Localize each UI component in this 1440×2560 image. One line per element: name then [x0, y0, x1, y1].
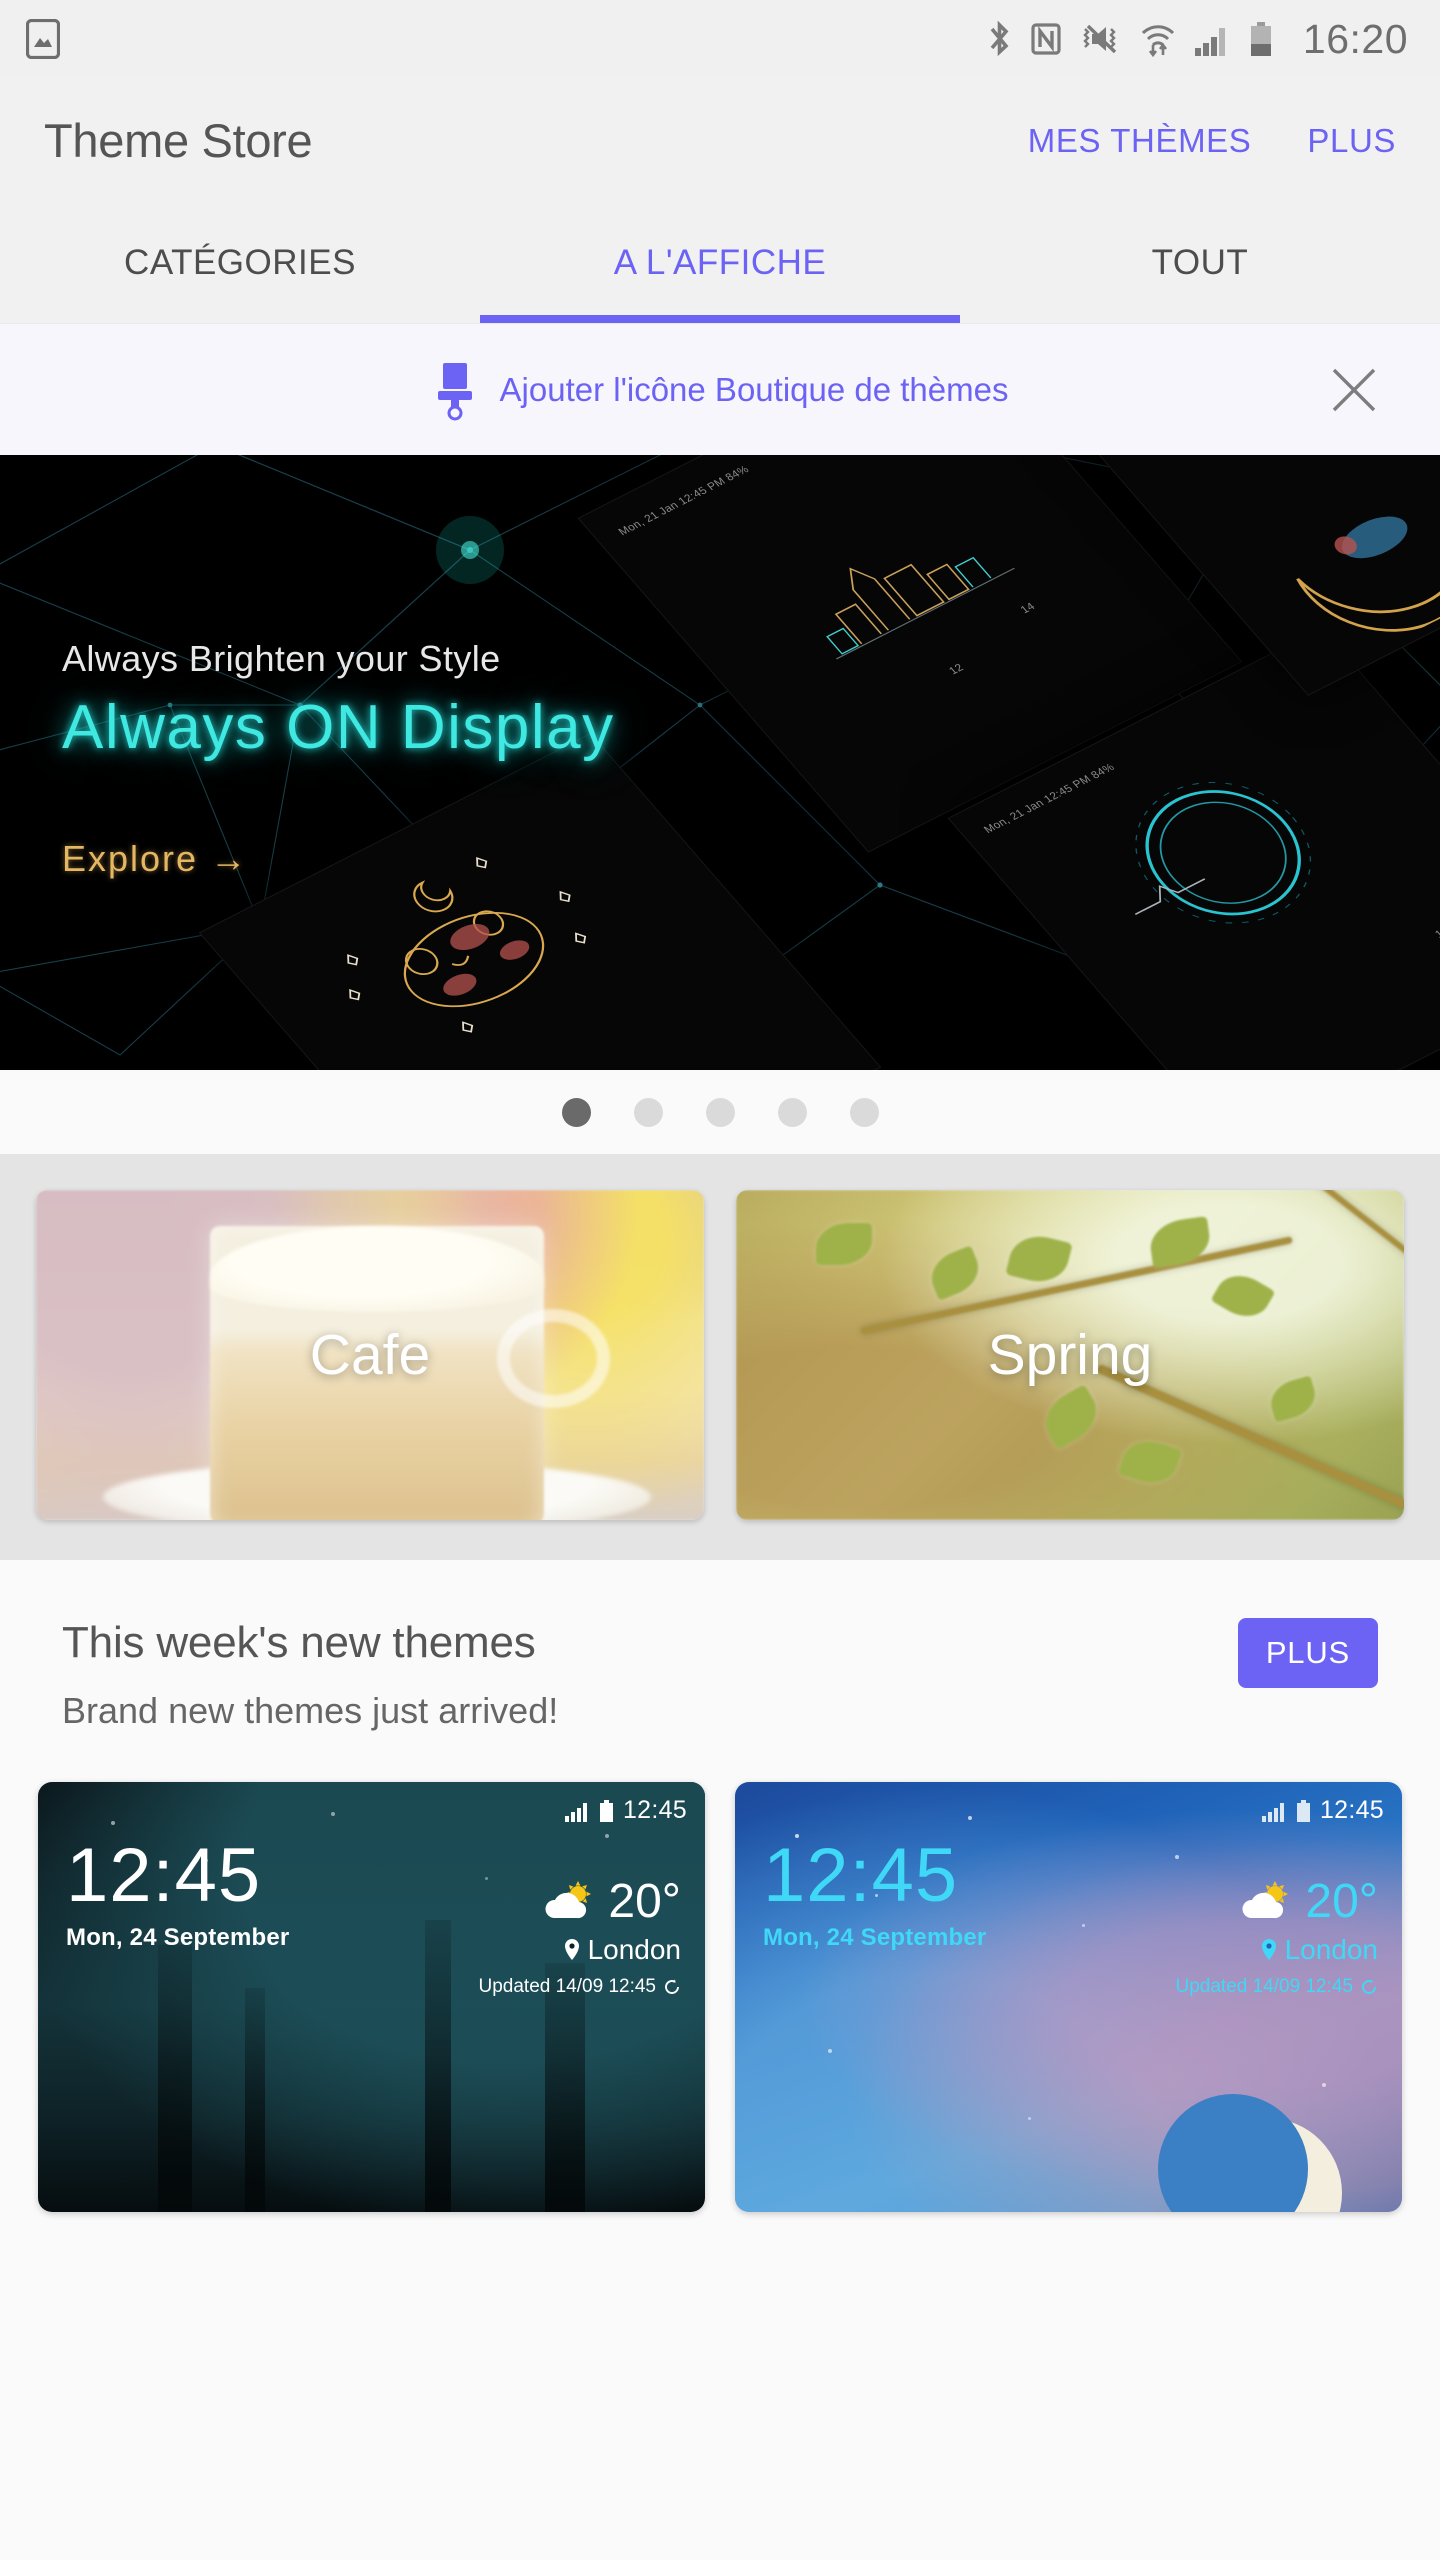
hero-subtitle: Always Brighten your Style: [62, 638, 501, 679]
my-themes-button[interactable]: MES THÈMES: [1028, 122, 1252, 160]
carousel-dot[interactable]: [849, 1097, 879, 1127]
hero-text-block: Always Brighten your Style Always ON Dis…: [62, 638, 615, 880]
theme-clock-time: 12:45: [66, 1833, 262, 1918]
category-card-spring[interactable]: Spring: [736, 1190, 1404, 1520]
theme-thumbnail-list: 12:45 12:45 Mon, 24 September 20° London…: [0, 1732, 1440, 2212]
theme-status-time: 12:45: [1319, 1796, 1384, 1824]
hero-title: Always ON Display: [62, 693, 615, 762]
theme-status-bar: 12:45: [1261, 1796, 1384, 1825]
mute-vibrate-icon: [1083, 24, 1117, 54]
status-bar-right: 16:20: [986, 15, 1408, 62]
signal-icon: [1194, 28, 1225, 56]
theme-weather-widget: 20° London Updated 14/09 12:45: [1176, 1878, 1379, 1998]
signal-icon: [564, 1802, 587, 1822]
bluetooth-icon: [990, 20, 1009, 57]
theme-updated-label: Updated 14/09 12:45: [478, 1976, 657, 1997]
hero-banner[interactable]: Mon, 21 Jan 12:45 PM 84% 12 14 Mon, 21 J…: [0, 455, 1440, 1070]
battery-icon: [1296, 1799, 1310, 1822]
theme-card-forest[interactable]: 12:45 12:45 Mon, 24 September 20° London…: [38, 1782, 705, 2212]
battery-icon: [1250, 22, 1271, 56]
theme-updated-label: Updated 14/09 12:45: [1175, 1976, 1354, 1997]
signal-icon: [1261, 1802, 1284, 1822]
partly-cloudy-icon: [545, 1881, 592, 1919]
tab-categories[interactable]: CATÉGORIES: [0, 203, 480, 323]
paintbrush-icon: [437, 362, 472, 420]
carousel-pagination: [0, 1070, 1440, 1154]
theme-clock-widget: 12:45 Mon, 24 September: [66, 1833, 290, 1952]
city-skyline-graphic: [826, 556, 1015, 660]
crescent-moon-graphic: [1157, 2093, 1342, 2212]
new-themes-title: This week's new themes: [62, 1618, 536, 1667]
carousel-dot[interactable]: [705, 1097, 735, 1127]
refresh-icon: [665, 1979, 679, 1994]
theme-temperature: 20°: [608, 1875, 681, 1928]
theme-clock-date: Mon, 24 September: [763, 1924, 987, 1952]
close-icon[interactable]: [1326, 362, 1382, 418]
tab-featured[interactable]: A L'AFFICHE: [480, 203, 960, 323]
partly-cloudy-icon: [1242, 1881, 1289, 1919]
category-card-cafe[interactable]: Cafe: [36, 1190, 704, 1520]
more-button[interactable]: PLUS: [1307, 122, 1396, 160]
new-themes-header: This week's new themes Brand new themes …: [62, 1618, 1378, 1732]
promo-banner[interactable]: Ajouter l'icône Boutique de thèmes: [0, 323, 1440, 455]
new-themes-more-button[interactable]: PLUS: [1237, 1618, 1378, 1688]
moon-hammock-graphic: [1296, 516, 1440, 632]
new-themes-text: This week's new themes Brand new themes …: [62, 1618, 558, 1732]
theme-weather-row: 20°: [479, 1875, 681, 1928]
new-themes-subtitle: Brand new themes just arrived!: [62, 1690, 559, 1731]
theme-temperature: 20°: [1305, 1875, 1378, 1928]
hero-explore-button[interactable]: Explore →: [62, 838, 248, 880]
page-title: Theme Store: [44, 114, 313, 167]
aod-count-steps-ring: 12: [1432, 925, 1440, 941]
status-bar-clock: 16:20: [1302, 15, 1408, 62]
carousel-dot[interactable]: [561, 1097, 591, 1127]
tab-all[interactable]: TOUT: [960, 203, 1440, 323]
carousel-dot[interactable]: [633, 1097, 663, 1127]
battery-icon: [599, 1799, 613, 1822]
theme-city: London: [1176, 1934, 1378, 1966]
new-themes-section: This week's new themes Brand new themes …: [0, 1560, 1440, 1732]
image-notification-icon: [26, 19, 60, 59]
category-section: Cafe Spring: [0, 1154, 1440, 1560]
theme-weather-row: 20°: [1176, 1875, 1378, 1928]
refresh-icon: [1362, 1979, 1376, 1994]
promo-banner-content: Ajouter l'icône Boutique de thèmes: [432, 359, 1009, 421]
theme-clock-date: Mon, 24 September: [66, 1924, 290, 1952]
tab-bar: CATÉGORIES A L'AFFICHE TOUT: [0, 203, 1440, 323]
category-card-label: Cafe: [309, 1323, 431, 1387]
location-pin-icon: [564, 1939, 579, 1960]
theme-clock-time: 12:45: [763, 1833, 959, 1918]
theme-status-bar: 12:45: [564, 1796, 687, 1825]
app-header: Theme Store MES THÈMES PLUS: [0, 78, 1440, 203]
theme-city-label: London: [1284, 1934, 1378, 1965]
aod-count-messages: 14: [1018, 600, 1038, 616]
promo-banner-label: Ajouter l'icône Boutique de thèmes: [499, 370, 1009, 408]
carousel-dot[interactable]: [777, 1097, 807, 1127]
nfc-icon: [1031, 23, 1061, 55]
location-pin-icon: [1261, 1939, 1276, 1960]
status-bar-left: [26, 19, 60, 59]
theme-card-blue[interactable]: 12:45 12:45 Mon, 24 September 20° London…: [735, 1782, 1402, 2212]
theme-city-label: London: [587, 1934, 681, 1965]
theme-weather-widget: 20° London Updated 14/09 12:45: [479, 1878, 682, 1998]
theme-status-time: 12:45: [622, 1796, 687, 1824]
theme-updated: Updated 14/09 12:45: [479, 1976, 682, 1998]
category-card-label: Spring: [987, 1323, 1153, 1387]
aod-count-steps: 12: [946, 661, 967, 678]
theme-city: London: [479, 1934, 681, 1966]
status-bar: 16:20: [0, 0, 1440, 78]
theme-clock-widget: 12:45 Mon, 24 September: [763, 1833, 987, 1952]
theme-updated: Updated 14/09 12:45: [1176, 1976, 1379, 1998]
header-actions: MES THÈMES PLUS: [1028, 122, 1396, 160]
wifi-data-icon: [1141, 25, 1174, 58]
